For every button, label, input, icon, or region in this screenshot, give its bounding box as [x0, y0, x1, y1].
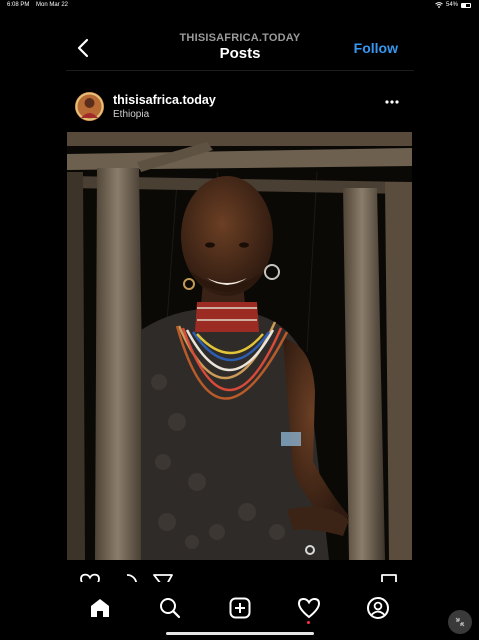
post-username[interactable]: thisisafrica.today [113, 93, 216, 107]
battery-percent: 54% [445, 2, 458, 8]
tab-bar [66, 590, 414, 626]
avatar-image [75, 92, 104, 121]
collapse-arrows-icon [455, 617, 465, 627]
search-icon[interactable] [158, 596, 182, 620]
save-bookmark-icon[interactable] [380, 573, 398, 582]
home-indicator[interactable] [166, 632, 314, 635]
post-photo[interactable] [67, 132, 412, 560]
assistive-touch-button[interactable] [448, 610, 472, 634]
battery-fill [462, 3, 467, 7]
battery-icon [461, 2, 471, 8]
new-post-icon[interactable] [228, 596, 252, 620]
home-icon[interactable] [88, 596, 112, 620]
post-location[interactable]: Ethiopia [113, 109, 149, 120]
status-date: Mon Mar 22 [36, 2, 69, 8]
post-actions [66, 568, 414, 582]
status-time: 6:08 PM [7, 2, 30, 8]
avatar[interactable] [75, 92, 104, 121]
notification-dot [307, 621, 310, 624]
profile-icon[interactable] [366, 596, 390, 620]
status-right: 54% [435, 2, 471, 8]
activity-heart-icon[interactable] [297, 596, 321, 620]
posts-header: THISISAFRICA.TODAY Posts Follow [66, 24, 414, 71]
follow-button[interactable]: Follow [354, 40, 398, 56]
more-options-icon[interactable] [384, 98, 400, 106]
share-send-icon[interactable] [152, 573, 174, 582]
wifi-icon [435, 2, 443, 8]
comment-icon[interactable] [116, 573, 138, 582]
status-bar: 6:08 PM Mon Mar 22 54% [0, 0, 479, 12]
post-header: thisisafrica.today Ethiopia [66, 86, 414, 126]
like-heart-icon[interactable] [79, 573, 101, 582]
post-image [67, 132, 412, 560]
